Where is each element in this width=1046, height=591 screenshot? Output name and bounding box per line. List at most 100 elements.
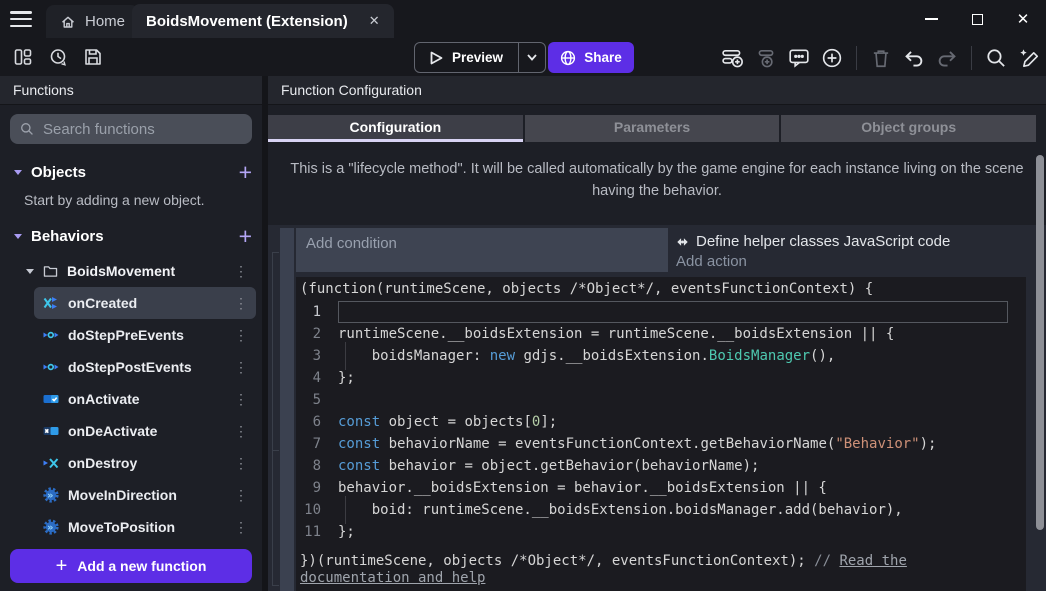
sidebar-item-dosteppostevents[interactable]: doStepPostEvents ⋮ [34, 351, 256, 383]
code-line-5[interactable]: 5 [296, 389, 1026, 411]
line-number: 1 [296, 301, 338, 323]
folder-collapse-icon[interactable] [26, 269, 34, 274]
activate-icon [43, 391, 59, 407]
behaviors-collapse-icon[interactable] [14, 234, 22, 239]
sidebar-item-ondestroy[interactable]: onDestroy ⋮ [34, 447, 256, 479]
gear-icon: » [43, 519, 59, 535]
app-window: Home BoidsMovement (Extension) ✕ ✕ [0, 0, 1046, 591]
home-icon [60, 14, 76, 30]
behavior-folder-row[interactable]: BoidsMovement ⋮ [26, 257, 254, 285]
item-menu-icon[interactable]: ⋮ [228, 423, 254, 440]
tab-home[interactable]: Home [46, 5, 139, 38]
preview-dropdown-button[interactable] [518, 43, 545, 72]
objects-section-title: Objects [31, 164, 86, 181]
add-function-button[interactable]: + Add a new function [10, 549, 252, 583]
objects-section-row[interactable]: Objects + [14, 159, 252, 185]
search-icon[interactable] [985, 47, 1007, 69]
main-header-label: Function Configuration [281, 82, 422, 98]
add-condition-button[interactable]: Add condition [296, 228, 668, 272]
lifecycle-description: This is a "lifecycle method". It will be… [282, 159, 1032, 202]
line-number: 3 [296, 345, 338, 367]
add-comment-icon[interactable] [788, 47, 810, 69]
event-drag-handle[interactable] [280, 228, 294, 591]
search-functions-input[interactable] [43, 121, 242, 138]
code-line-11[interactable]: 11}; [296, 521, 1026, 543]
code-line-content: }; [338, 367, 1026, 389]
item-menu-icon[interactable]: ⋮ [228, 295, 254, 312]
maximize-button[interactable] [954, 0, 1000, 38]
sidebar-item-movetoposition[interactable]: » MoveToPosition ⋮ [34, 511, 256, 543]
close-button[interactable]: ✕ [1000, 0, 1046, 38]
vertical-scrollbar[interactable] [1036, 155, 1044, 530]
sidebar-item-ondeactivate[interactable]: onDeActivate ⋮ [34, 415, 256, 447]
minimize-button[interactable] [908, 0, 954, 38]
toolbar-separator [856, 46, 857, 70]
line-number: 7 [296, 433, 338, 455]
tab-boidsmovement[interactable]: BoidsMovement (Extension) ✕ [132, 4, 394, 38]
panels-icon[interactable] [12, 46, 34, 68]
item-menu-icon[interactable]: ⋮ [228, 487, 254, 504]
item-menu-icon[interactable]: ⋮ [228, 519, 254, 536]
preview-button[interactable]: Preview [414, 42, 546, 73]
js-code-editor[interactable]: (function(runtimeScene, objects /*Object… [296, 277, 1026, 591]
add-event-icon[interactable] [722, 47, 744, 69]
redo-icon[interactable] [936, 47, 958, 69]
code-line-10[interactable]: 10 boid: runtimeScene.__boidsExtension.b… [296, 499, 1026, 521]
line-number: 10 [296, 499, 338, 521]
window-controls: ✕ [908, 0, 1046, 38]
line-number: 6 [296, 411, 338, 433]
code-line-4[interactable]: 4}; [296, 367, 1026, 389]
ai-edit-icon[interactable] [1018, 47, 1040, 69]
item-menu-icon[interactable]: ⋮ [228, 455, 254, 472]
code-line-2[interactable]: 2runtimeScene.__boidsExtension = runtime… [296, 323, 1026, 345]
js-code-event-icon [676, 237, 689, 247]
code-line-1[interactable]: 1 [296, 301, 1026, 323]
add-action-button[interactable]: Add action [676, 253, 1026, 270]
chevron-down-icon [527, 54, 537, 61]
tab-parameters[interactable]: Parameters [525, 115, 780, 142]
save-icon[interactable] [82, 46, 104, 68]
sidebar-item-moveindirection[interactable]: » MoveInDirection ⋮ [34, 479, 256, 511]
event-bracket [272, 252, 279, 253]
deactivate-icon [43, 423, 59, 439]
history-icon[interactable] [47, 46, 69, 68]
code-line-3[interactable]: 3 boidsManager: new gdjs.__boidsExtensio… [296, 345, 1026, 367]
sidebar-item-onactivate[interactable]: onActivate ⋮ [34, 383, 256, 415]
add-behavior-button[interactable]: + [239, 226, 252, 246]
folder-menu-icon[interactable]: ⋮ [228, 263, 254, 280]
code-header-line: (function(runtimeScene, objects /*Object… [296, 277, 1026, 301]
item-menu-icon[interactable]: ⋮ [228, 391, 254, 408]
code-line-9[interactable]: 9behavior.__boidsExtension = behavior.__… [296, 477, 1026, 499]
line-number: 2 [296, 323, 338, 345]
line-number: 4 [296, 367, 338, 389]
code-line-content: boid: runtimeScene.__boidsExtension.boid… [338, 499, 1026, 521]
search-functions-box[interactable] [10, 114, 252, 144]
sidebar-item-oncreated[interactable]: onCreated ⋮ [34, 287, 256, 319]
folder-label: BoidsMovement [67, 263, 175, 279]
delete-icon[interactable] [870, 47, 892, 69]
behaviors-section-row[interactable]: Behaviors + [14, 223, 252, 249]
code-lines: 12runtimeScene.__boidsExtension = runtim… [296, 301, 1026, 543]
event-bracket [272, 585, 279, 586]
tab-close-icon[interactable]: ✕ [369, 13, 380, 29]
sidebar-item-dosteppreevents[interactable]: doStepPreEvents ⋮ [34, 319, 256, 351]
tab-object-groups[interactable]: Object groups [781, 115, 1036, 142]
line-number: 11 [296, 521, 338, 543]
main-header: Function Configuration [268, 76, 1046, 105]
code-line-6[interactable]: 6const object = objects[0]; [296, 411, 1026, 433]
objects-collapse-icon[interactable] [14, 170, 22, 175]
tab-configuration[interactable]: Configuration [268, 115, 523, 142]
share-button[interactable]: Share [548, 42, 634, 73]
event-bracket [272, 252, 273, 585]
code-line-8[interactable]: 8const behavior = object.getBehavior(beh… [296, 455, 1026, 477]
code-line-content [338, 301, 1008, 323]
add-subevent-icon[interactable] [755, 47, 777, 69]
undo-icon[interactable] [903, 47, 925, 69]
hamburger-menu-icon[interactable] [10, 11, 32, 27]
item-menu-icon[interactable]: ⋮ [228, 327, 254, 344]
item-menu-icon[interactable]: ⋮ [228, 359, 254, 376]
add-object-button[interactable]: + [239, 162, 252, 182]
add-circle-icon[interactable] [821, 47, 843, 69]
code-line-7[interactable]: 7const behaviorName = eventsFunctionCont… [296, 433, 1026, 455]
search-functions-icon [20, 121, 34, 137]
